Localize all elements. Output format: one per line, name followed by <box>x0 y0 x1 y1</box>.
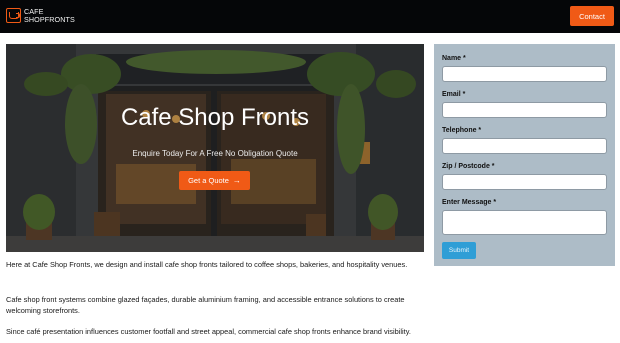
site-logo[interactable]: CAFE SHOPFRONTS <box>6 8 75 23</box>
name-field[interactable] <box>442 66 607 82</box>
submit-button[interactable]: Submit <box>442 242 476 259</box>
arrow-right-icon: → <box>232 176 241 185</box>
presentation-paragraph: Since café presentation influences custo… <box>6 327 411 336</box>
name-label: Name * <box>442 55 466 62</box>
get-a-quote-label: Get a Quote <box>188 176 229 185</box>
email-label: Email * <box>442 91 466 98</box>
zip-label: Zip / Postcode * <box>442 163 495 170</box>
quote-form: Name * Email * Telephone * Zip / Postcod… <box>434 44 615 266</box>
hero-dark-overlay <box>6 44 424 252</box>
hero-title: Cafe Shop Fronts <box>120 104 310 131</box>
contact-button[interactable]: Contact <box>570 6 614 26</box>
get-a-quote-button[interactable]: Get a Quote → <box>179 171 250 190</box>
systems-paragraph: Cafe shop front systems combine glazed f… <box>6 295 405 315</box>
site-header: CAFE SHOPFRONTS Contact <box>0 0 620 33</box>
coffee-cup-icon <box>6 8 21 23</box>
hero-subtitle: Enquire Today For A Free No Obligation Q… <box>132 149 298 158</box>
telephone-field[interactable] <box>442 138 607 154</box>
telephone-label: Telephone * <box>442 127 482 134</box>
message-field[interactable] <box>442 210 607 235</box>
logo-text: CAFE SHOPFRONTS <box>24 8 75 23</box>
intro-paragraph: Here at Cafe Shop Fronts, we design and … <box>6 260 408 269</box>
logo-line-2: SHOPFRONTS <box>24 14 75 24</box>
message-label: Enter Message * <box>442 199 497 206</box>
zip-field[interactable] <box>442 174 607 190</box>
hero-banner: Cafe Shop Fronts Enquire Today For A Fre… <box>6 44 424 252</box>
email-field[interactable] <box>442 102 607 118</box>
